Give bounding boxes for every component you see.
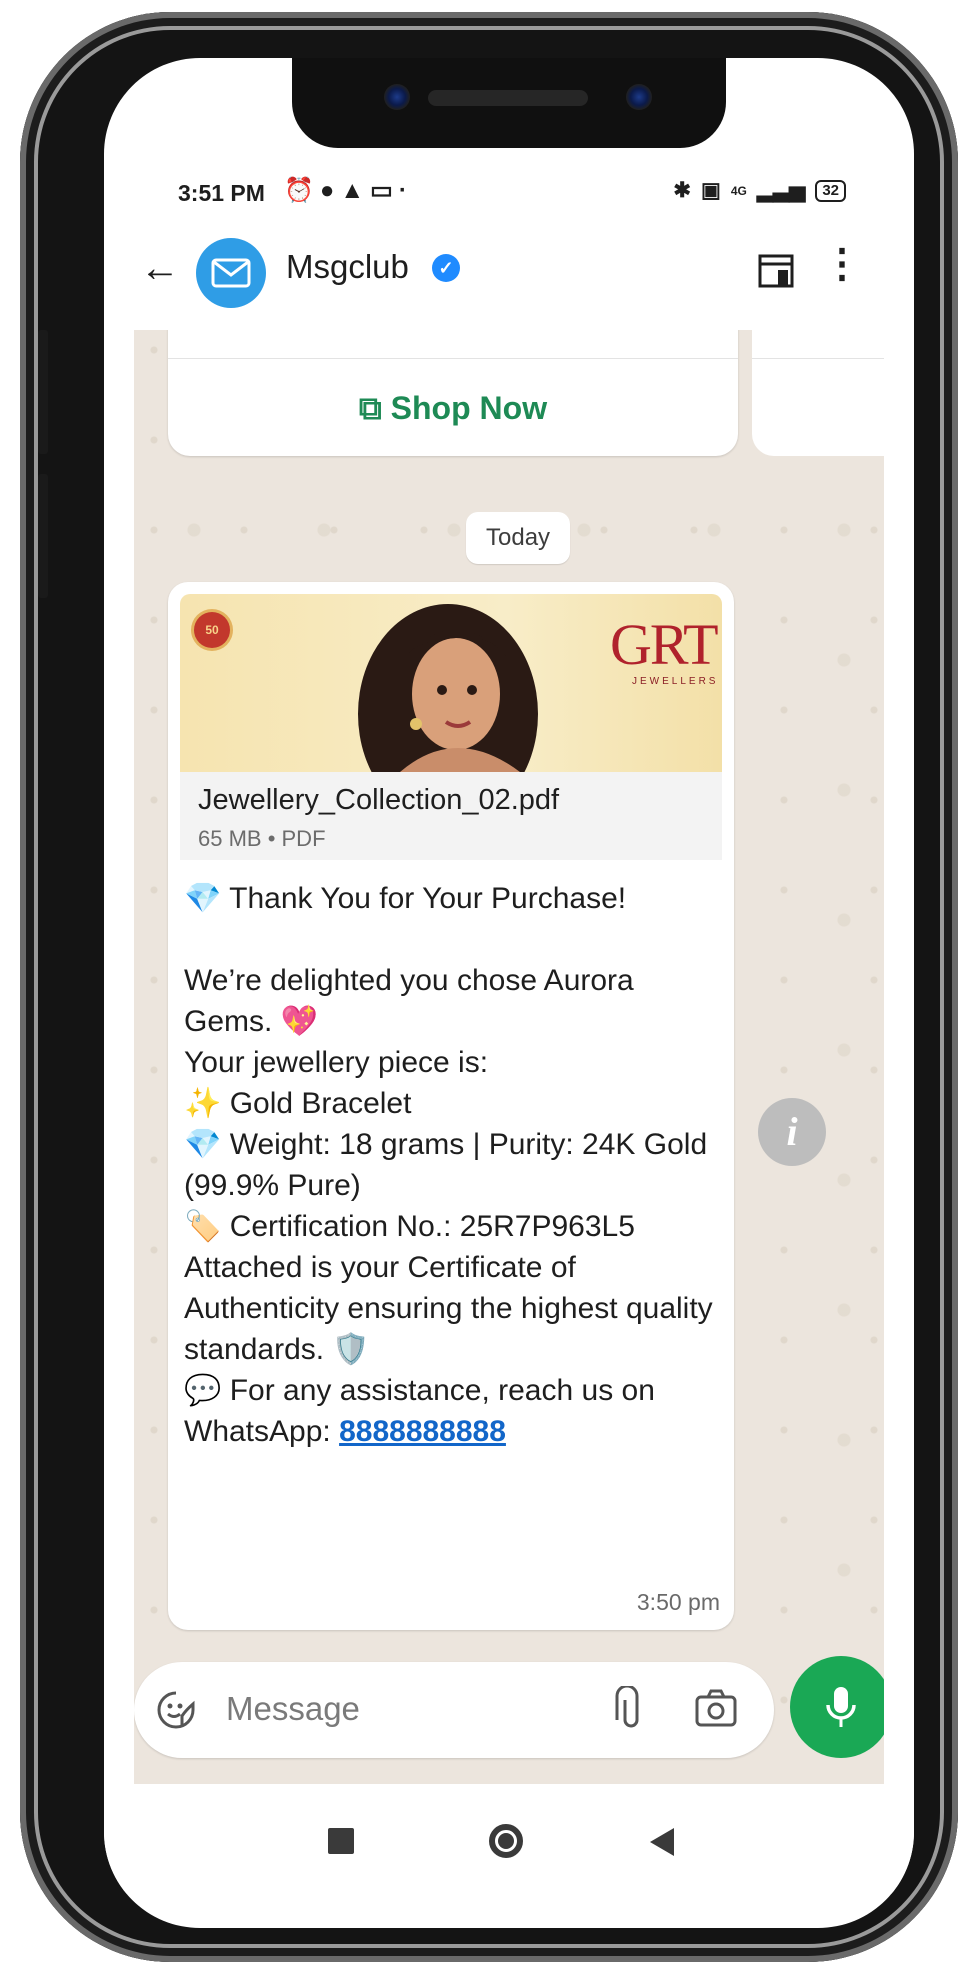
card-divider <box>168 358 738 359</box>
pdf-preview-banner[interactable]: 50 GRT JEWELLERS <box>180 594 722 772</box>
front-camera-icon <box>384 84 410 110</box>
message-line: Your jewellery piece is: <box>184 1046 489 1079</box>
battery-level: 32 <box>815 179 846 202</box>
brand-subtitle: JEWELLERS <box>632 676 719 687</box>
volume-button <box>38 330 48 454</box>
mail-icon <box>211 258 251 288</box>
message-line: 💎 Weight: 18 grams | Purity: 24K Gold (9… <box>184 1128 708 1202</box>
model-portrait-image <box>358 604 538 772</box>
dot-icon: · <box>398 177 413 204</box>
chat-area[interactable]: ⧉ Shop Now Today 50 GRT JEWELLERS Jewell… <box>134 330 884 1784</box>
back-arrow-icon[interactable]: ← <box>140 246 180 291</box>
message-timestamp: 3:50 pm <box>636 1589 720 1615</box>
message-bubble[interactable]: 50 GRT JEWELLERS Jewellery_Collection_02… <box>168 582 734 1630</box>
avatar[interactable] <box>196 238 266 308</box>
sensor-icon <box>626 84 652 110</box>
power-button <box>38 474 48 598</box>
store-icon[interactable] <box>756 250 796 295</box>
mic-button[interactable] <box>790 1656 884 1758</box>
info-icon[interactable]: i <box>758 1098 826 1166</box>
chat-bubble-icon: ● <box>319 177 341 204</box>
previous-card-partial <box>752 330 884 456</box>
emoji-sticker-icon[interactable] <box>156 1690 196 1735</box>
phone-link[interactable]: 8888888888 <box>339 1415 506 1448</box>
date-separator: Today <box>466 512 571 564</box>
message-line: Attached is your Certificate of Authenti… <box>184 1251 713 1366</box>
shop-now-label: Shop Now <box>390 390 548 426</box>
message-line: 🏷️ Certification No.: 25R7P963L5 <box>184 1210 635 1243</box>
signal-icon: ▂▃▅ <box>756 179 806 202</box>
attachment-file-name: Jewellery_Collection_02.pdf <box>198 784 560 816</box>
status-time: 3:51 PM <box>178 180 265 206</box>
attach-clip-icon[interactable] <box>612 1684 642 1735</box>
chat-header: ← Msgclub ✓ ⋮ <box>104 218 914 330</box>
bluetooth-icon: ✱ <box>673 179 691 202</box>
message-line: 💬 For any assistance, reach us on WhatsA… <box>184 1370 724 1452</box>
system-nav-bar <box>104 1784 914 1894</box>
laptop-icon: ▭ <box>370 177 399 204</box>
message-heading: 💎 Thank You for Your Purchase! <box>184 882 627 915</box>
message-body: 💎 Thank You for Your Purchase! We’re del… <box>184 878 724 1452</box>
mic-icon <box>826 1687 856 1727</box>
recents-button[interactable] <box>328 1828 354 1854</box>
volte-icon: ▣ <box>701 179 721 202</box>
message-line: We’re delighted you chose Aurora Gems. 💖 <box>184 964 634 1038</box>
attachment-meta: 65 MB • PDF <box>198 826 326 851</box>
contact-name[interactable]: Msgclub <box>286 248 409 286</box>
more-vertical-icon[interactable]: ⋮ <box>822 244 862 284</box>
home-button[interactable] <box>489 1824 523 1858</box>
camera-notch <box>292 58 726 148</box>
brand-logo: GRT <box>610 612 719 677</box>
shop-now-button[interactable]: ⧉ Shop Now <box>168 390 738 428</box>
status-icons-left: ⏰●▲▭· <box>284 176 413 205</box>
phone-frame: 3:51 PM ⏰●▲▭· ✱ ▣ 4G ▂▃▅ 32 ← Msgclub ✓ … <box>20 12 958 1962</box>
message-composer[interactable]: Message <box>134 1662 774 1758</box>
network-type: 4G <box>730 183 747 198</box>
pdf-attachment[interactable]: Jewellery_Collection_02.pdf 65 MB • PDF <box>180 772 722 860</box>
previous-message-card: ⧉ Shop Now <box>168 330 738 456</box>
warning-icon: ▲ <box>340 177 371 204</box>
phone-screen: 3:51 PM ⏰●▲▭· ✱ ▣ 4G ▂▃▅ 32 ← Msgclub ✓ … <box>104 58 914 1928</box>
speaker-grille <box>428 90 588 106</box>
message-line: ✨ Gold Bracelet <box>184 1087 412 1120</box>
status-bar: 3:51 PM ⏰●▲▭· ✱ ▣ 4G ▂▃▅ 32 <box>104 170 914 218</box>
card-divider <box>752 358 884 359</box>
camera-icon[interactable] <box>694 1688 738 1733</box>
message-input[interactable]: Message <box>226 1690 360 1728</box>
external-link-icon: ⧉ <box>358 390 382 426</box>
status-icons-right: ✱ ▣ 4G ▂▃▅ 32 <box>673 178 846 203</box>
verified-badge-icon: ✓ <box>432 254 460 282</box>
alarm-icon: ⏰ <box>284 177 320 204</box>
back-button[interactable] <box>650 1828 674 1856</box>
anniversary-seal: 50 <box>194 612 230 648</box>
